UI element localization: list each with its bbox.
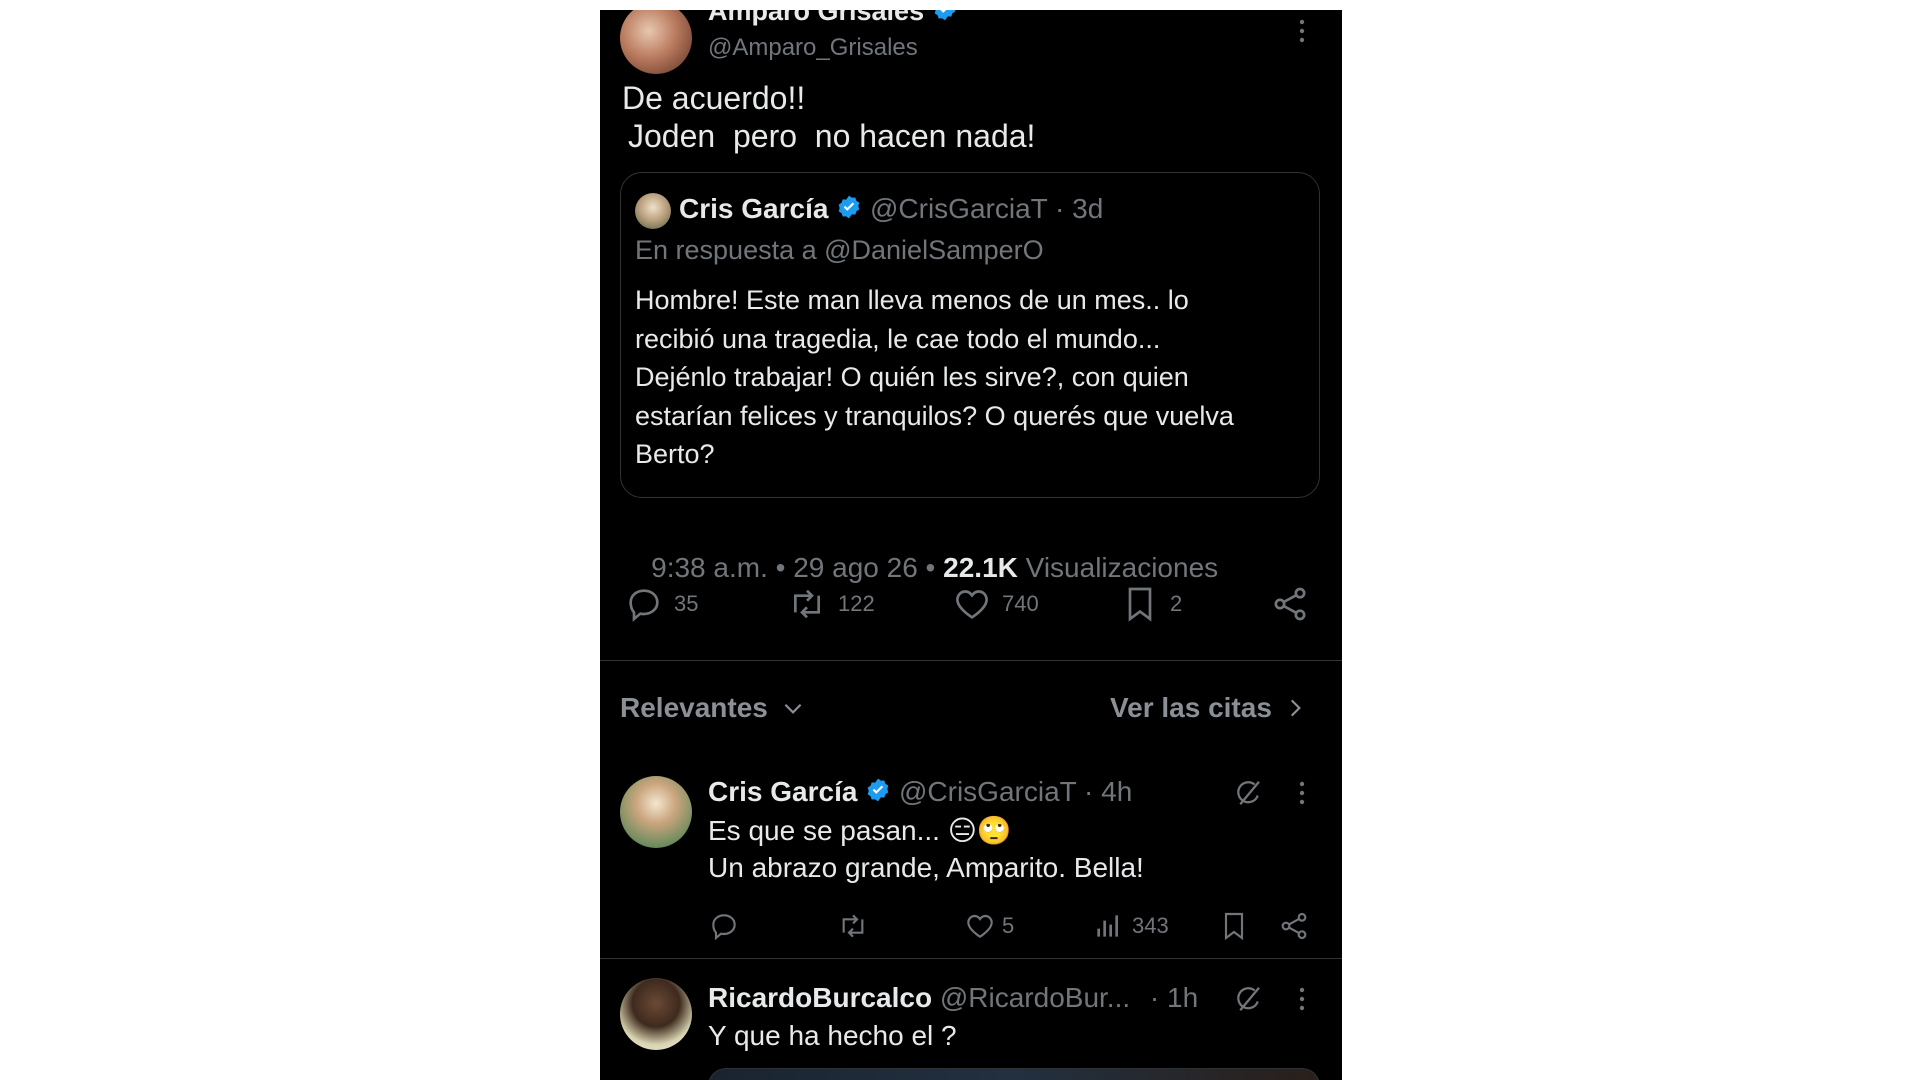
- retweet-icon: [786, 584, 828, 624]
- quoted-tweet-card[interactable]: Cris García @CrisGarciaT · 3d En respues…: [620, 172, 1320, 498]
- retweet-count: 122: [838, 591, 875, 616]
- verified-badge-icon: [932, 10, 958, 29]
- quoted-author-name: Cris García: [679, 193, 829, 224]
- bar-chart-icon: [1092, 910, 1124, 942]
- like-count: 740: [1002, 591, 1039, 616]
- quoted-author-avatar: [635, 193, 671, 229]
- reply-avatar[interactable]: [620, 978, 692, 1050]
- reply-count: 35: [674, 591, 699, 616]
- view-quotes-label: Ver las citas: [1110, 692, 1272, 723]
- reply-author-handle[interactable]: @CrisGarciaT: [899, 776, 1076, 807]
- quoted-text-line: Hombre! Este man lleva menos de un mes..…: [635, 285, 1189, 315]
- tweet-timestamp: 9:38 a.m. • 29 ago 26 •: [651, 552, 944, 583]
- verified-badge-icon: [865, 777, 891, 810]
- tweet-text-line-1: De acuerdo!!: [622, 80, 806, 116]
- divider: [600, 958, 1342, 959]
- quoted-text-line: estarían felices y tranquilos? O querés …: [635, 400, 1234, 431]
- sort-label: Relevantes: [620, 692, 768, 723]
- grok-icon[interactable]: [1234, 984, 1264, 1014]
- grok-icon[interactable]: [1234, 778, 1264, 808]
- quoted-text-line: Berto?: [635, 439, 715, 469]
- chevron-down-icon: [780, 695, 806, 721]
- views-button[interactable]: 343: [1092, 910, 1169, 942]
- quoted-text-line: recibió una tragedia, le cae todo el mun…: [635, 323, 1161, 354]
- view-label[interactable]: Visualizaciones: [1018, 552, 1219, 583]
- like-button[interactable]: 740: [952, 584, 1039, 624]
- reply-time: · 1h: [1149, 982, 1199, 1013]
- heart-icon: [964, 910, 996, 942]
- reply-icon: [624, 584, 664, 624]
- view-count: 343: [1132, 913, 1169, 938]
- quoted-author-handle: @CrisGarciaT: [869, 193, 1048, 224]
- bookmark-icon[interactable]: [1218, 910, 1250, 942]
- retweet-button[interactable]: 122: [786, 584, 875, 624]
- tweet-text-line-2: Joden pero no hacen nada!: [628, 118, 1036, 154]
- heart-icon: [952, 584, 992, 624]
- author-display-name[interactable]: Amparo Grisales: [708, 10, 924, 26]
- view-quotes-link[interactable]: Ver las citas: [1110, 692, 1308, 724]
- reply-avatar[interactable]: [620, 776, 692, 848]
- author-handle[interactable]: @Amparo_Grisales: [708, 34, 918, 62]
- reply-text-line-2: Un abrazo grande, Amparito. Bella!: [708, 852, 1144, 883]
- tweet-detail-screen: Amparo Grisales @Amparo_Grisales De acue…: [600, 10, 1342, 1080]
- reply-author-handle[interactable]: @RicardoBur...: [940, 982, 1130, 1013]
- reply-time: · 4h: [1084, 776, 1133, 807]
- bookmark-count: 2: [1170, 591, 1183, 616]
- verified-badge-icon: [836, 194, 862, 227]
- quoted-text-line: Dejénlo trabajar! O quién les sirve?, co…: [635, 362, 1189, 392]
- reply-text-line-1: Y que ha hecho el ?: [708, 1020, 957, 1051]
- quoted-reply-to: En respuesta a @DanielSamperO: [635, 235, 1044, 265]
- share-icon[interactable]: [1278, 910, 1310, 942]
- retweet-icon[interactable]: [836, 910, 870, 942]
- more-options-icon[interactable]: [1292, 780, 1312, 806]
- more-options-icon[interactable]: [1292, 18, 1312, 44]
- reply-button[interactable]: 35: [624, 584, 698, 624]
- view-count[interactable]: 22.1K: [943, 552, 1018, 583]
- chevron-right-icon: [1282, 695, 1308, 721]
- like-button[interactable]: 5: [964, 910, 1014, 942]
- bookmark-icon: [1120, 584, 1160, 624]
- like-count: 5: [1002, 913, 1015, 938]
- reply-media-preview[interactable]: [708, 1068, 1320, 1080]
- quoted-tweet-text: Hombre! Este man lleva menos de un mes..…: [635, 281, 1234, 474]
- bookmark-button[interactable]: 2: [1120, 584, 1182, 624]
- share-icon[interactable]: [1270, 584, 1310, 624]
- author-avatar[interactable]: [620, 10, 692, 74]
- sort-dropdown[interactable]: Relevantes: [620, 692, 806, 724]
- reply-author-name[interactable]: RicardoBurcalco: [708, 982, 932, 1013]
- reply-text-line-1: Es que se pasan... 😑🙄: [708, 815, 1012, 846]
- reply-author-name[interactable]: Cris García: [708, 776, 857, 807]
- reply-icon[interactable]: [708, 910, 740, 942]
- quoted-tweet-time: · 3d: [1055, 193, 1104, 224]
- more-options-icon[interactable]: [1292, 986, 1312, 1012]
- divider: [600, 660, 1342, 661]
